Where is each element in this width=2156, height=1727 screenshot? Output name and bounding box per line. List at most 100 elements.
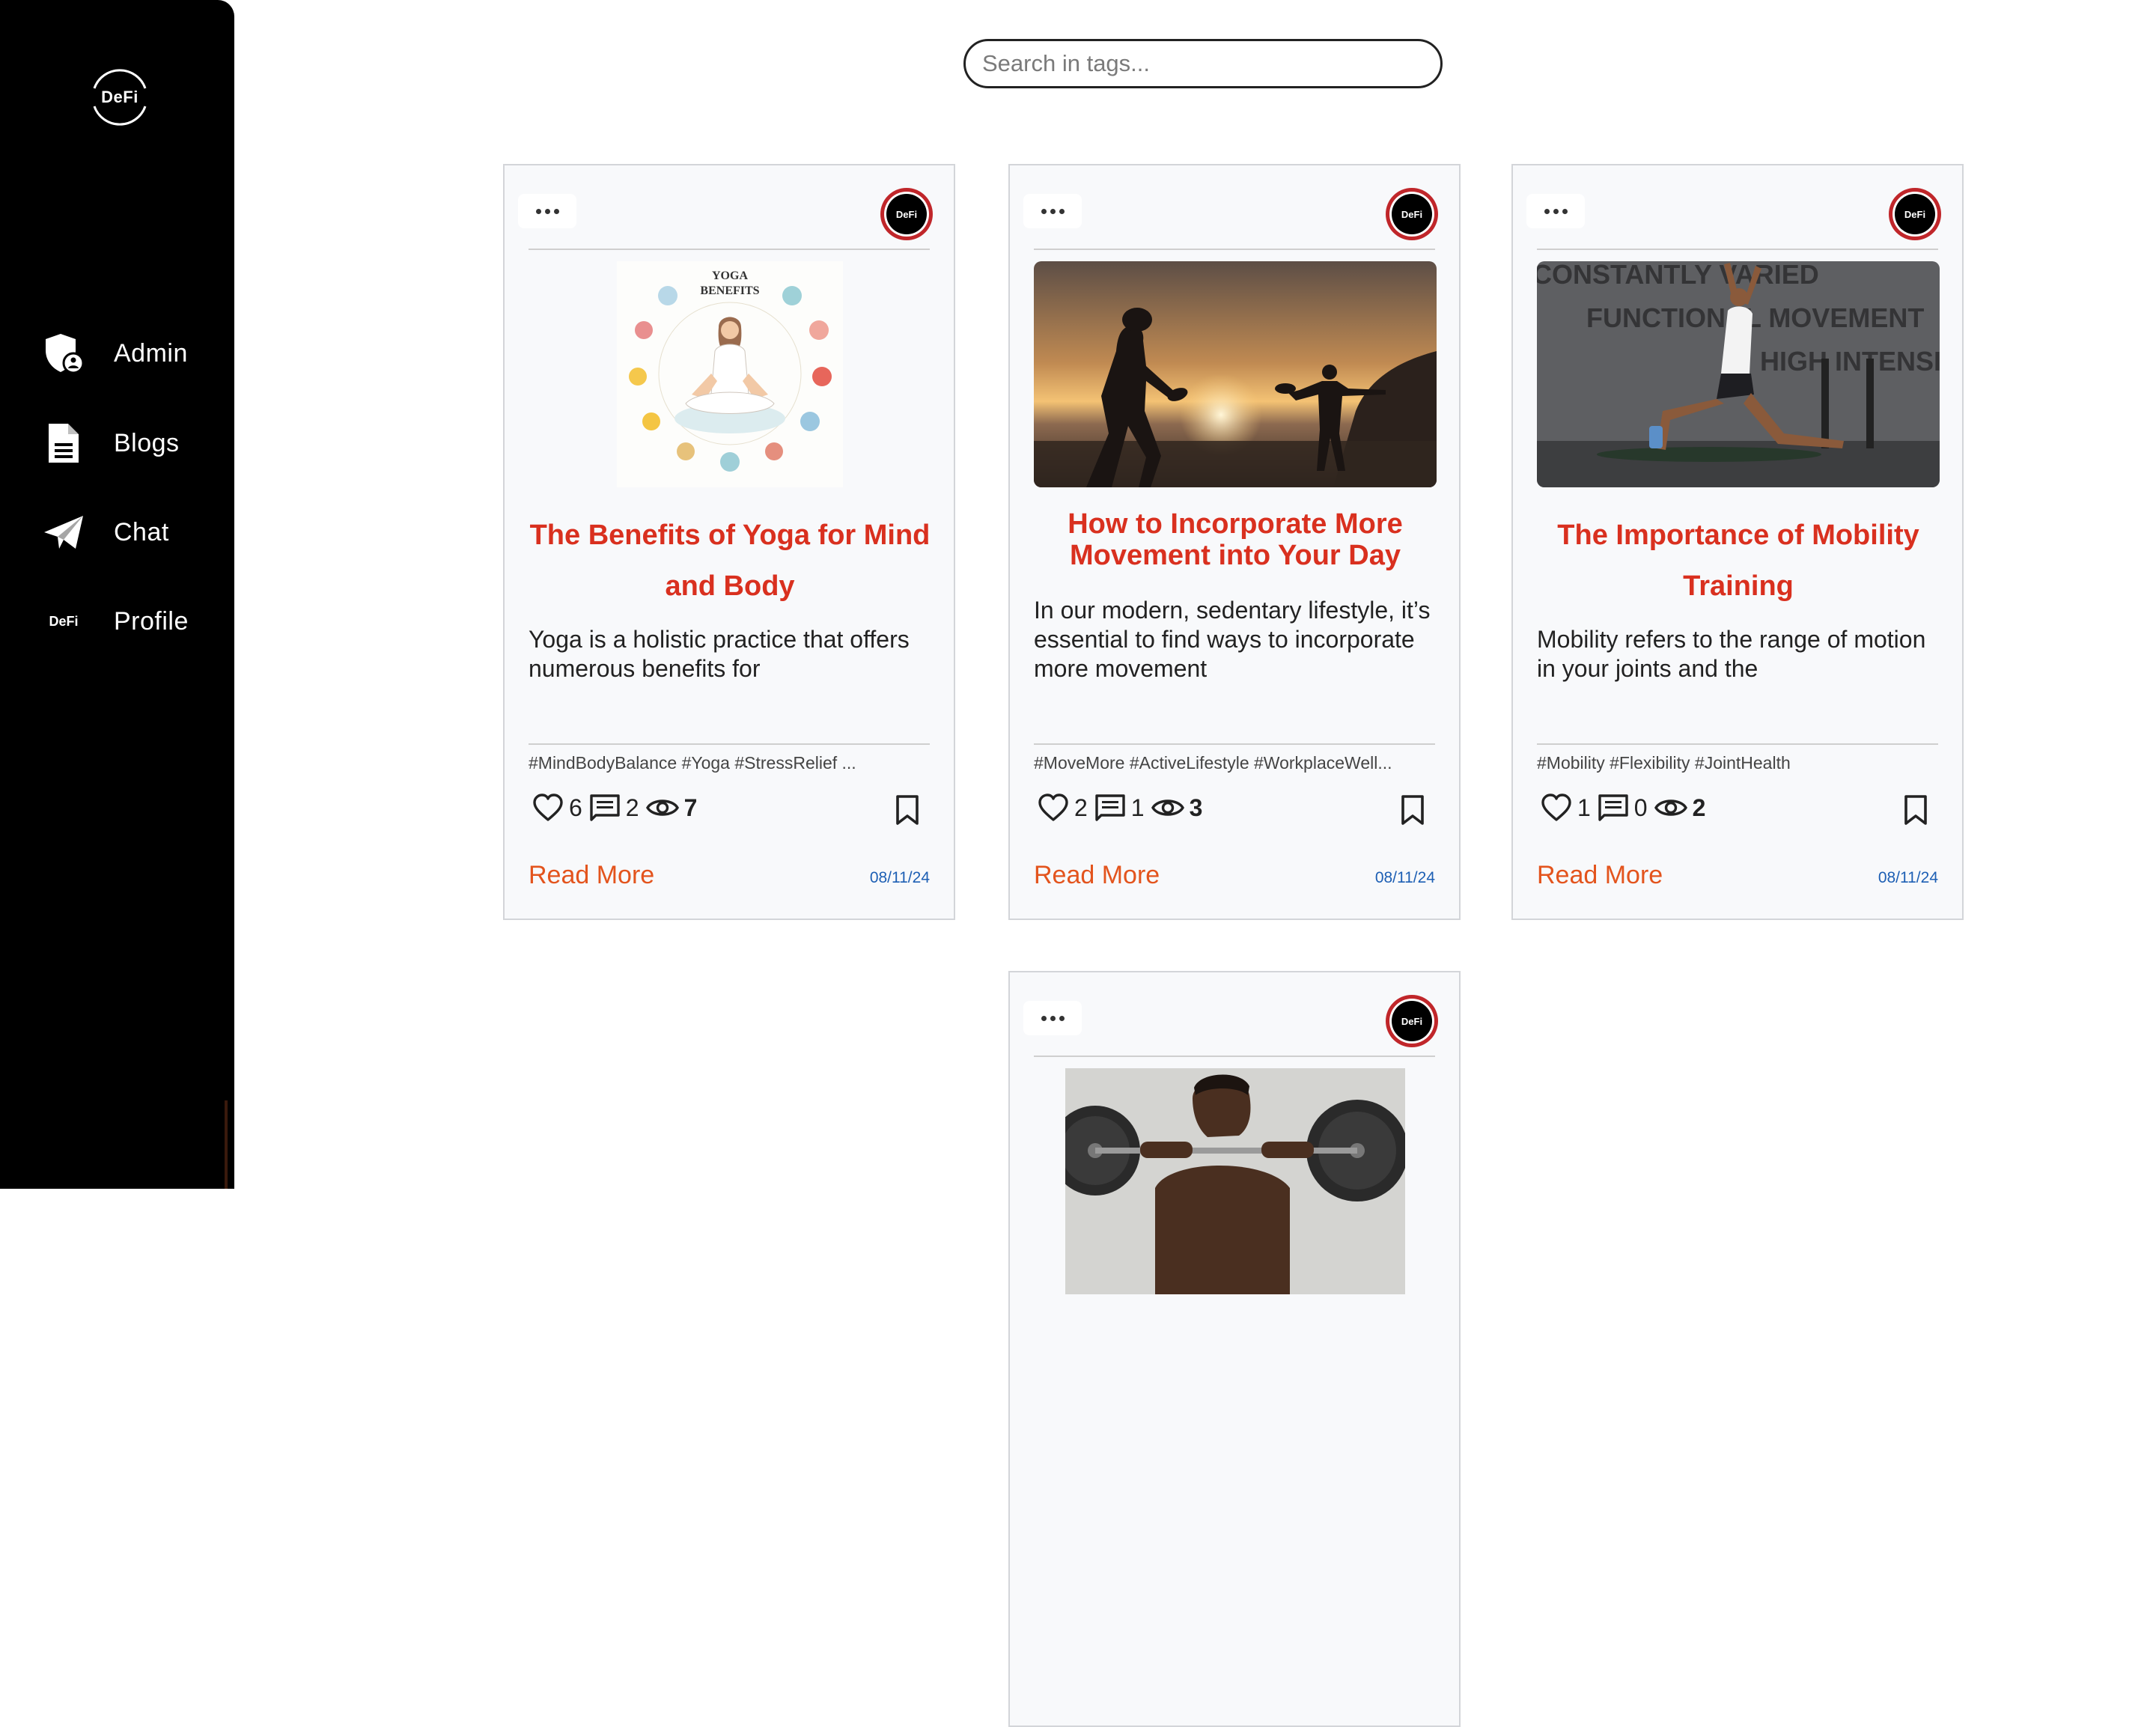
sidebar-edge-accent [225,1100,228,1189]
card-title[interactable]: How to Incorporate More Movement into Yo… [1034,508,1437,571]
like-count: 1 [1577,794,1591,821]
view-stat: 7 [645,793,698,823]
eye-icon [645,799,679,816]
card-excerpt: Yoga is a holistic practice that offers … [529,626,910,682]
comment-count: 2 [625,794,639,821]
card-divider [1537,743,1938,745]
comment-button[interactable]: 1 [1094,793,1145,823]
sidebar-item-label: Chat [114,517,169,546]
like-button[interactable]: 1 [1540,793,1591,823]
comment-count: 0 [1633,794,1648,821]
author-avatar-label: DeFi [1392,194,1432,234]
sidebar: DeFi Admin Blogs Chat DeFi Profile [0,0,234,1189]
view-count: 7 [683,794,698,821]
tag-search-input[interactable] [963,39,1443,88]
heart-icon [1038,794,1068,821]
heart-icon [1541,794,1571,821]
like-button[interactable]: 6 [532,793,582,823]
document-icon [40,420,87,466]
more-dots-icon [1041,1015,1065,1021]
wall-text-line3: HIGH INTENSITY [1760,346,1940,377]
card-menu-button[interactable] [1526,194,1585,228]
sidebar-item-label: Blogs [114,428,180,457]
card-excerpt: In our modern, sedentary lifestyle, it’s… [1034,597,1431,682]
card-divider [529,743,930,745]
like-count: 2 [1074,794,1088,821]
more-dots-icon [1544,208,1568,214]
card-divider [1537,249,1938,250]
eye-icon [1654,799,1687,816]
eye-icon [1151,799,1184,816]
card-stats: 2 1 3 [1037,790,1208,826]
comment-icon [590,794,620,821]
wall-text-line1: CONSTANTLY VARIED [1537,261,1819,290]
more-dots-icon [535,208,559,214]
card-tags: #Mobility #Flexibility #JointHealth [1537,753,1791,773]
card-image-weightlifting[interactable] [1065,1068,1405,1294]
sidebar-item-profile[interactable]: DeFi Profile [0,590,234,653]
card-title[interactable]: The Importance of Mobility Training [1537,510,1940,612]
weightlifter-barbell-photo [1065,1068,1405,1294]
blog-card: DeFi [1008,164,1461,920]
card-date: 08/11/24 [1374,869,1435,886]
gym-lunge-stretch-photo: CONSTANTLY VARIED FUNCTIONAL MOVEMENT HI… [1537,261,1940,487]
sidebar-item-blogs[interactable]: Blogs [0,412,234,475]
card-divider [1034,1056,1435,1057]
sidebar-item-admin[interactable]: Admin [0,322,234,385]
comment-button[interactable]: 2 [588,793,639,823]
author-avatar-label: DeFi [886,194,927,234]
card-image-yoga-benefits[interactable]: YOGA BENEFITS [617,261,843,487]
author-avatar-label: DeFi [1392,1001,1432,1041]
card-menu-button[interactable] [1023,1001,1082,1035]
sidebar-item-label: Admin [114,338,188,368]
card-stats: 6 2 7 [532,790,703,826]
beach-paddle-ball-sunset-photo [1034,261,1437,487]
card-menu-button[interactable] [1023,194,1082,228]
brand-name: DeFi [101,88,138,106]
read-more-link[interactable]: Read More [1537,861,1663,890]
card-date: 08/11/24 [1878,869,1938,886]
author-avatar[interactable]: DeFi [1386,188,1438,240]
view-count: 2 [1692,794,1706,821]
wall-text-line2: FUNCTIONAL MOVEMENT [1586,302,1924,333]
author-avatar[interactable]: DeFi [1386,995,1438,1047]
blog-card: DeFi [1008,971,1461,1727]
author-avatar[interactable]: DeFi [1889,188,1941,240]
view-stat: 2 [1654,793,1706,823]
card-menu-button[interactable] [518,194,576,228]
illustration-heading-2: BENEFITS [700,284,759,297]
bookmark-icon[interactable] [1399,794,1426,826]
defi-mini-logo: DeFi [40,598,87,645]
admin-shield-icon [40,330,87,377]
like-count: 6 [569,794,582,821]
card-title[interactable]: The Benefits of Yoga for Mind and Body [529,510,931,612]
card-image-beach[interactable] [1034,261,1437,487]
like-button[interactable]: 2 [1037,793,1088,823]
paper-plane-icon [40,509,87,555]
blog-card: DeFi YOGA BENEFITS The Benefits of Yoga … [503,164,955,920]
more-dots-icon [1041,208,1065,214]
read-more-link[interactable]: Read More [1034,861,1160,890]
read-more-link[interactable]: Read More [529,861,654,890]
card-stats: 1 0 2 [1540,790,1711,826]
illustration-heading: YOGA [712,269,748,282]
view-stat: 3 [1151,793,1203,823]
card-tags: #MindBodyBalance #Yoga #StressRelief ... [529,753,856,773]
author-avatar[interactable]: DeFi [880,188,933,240]
brand-logo[interactable]: DeFi [84,61,156,133]
comment-icon [1598,794,1628,821]
card-divider [529,249,930,250]
card-excerpt: Mobility refers to the range of motion i… [1537,626,1926,682]
card-divider [1034,249,1435,250]
card-tags: #MoveMore #ActiveLifestyle #WorkplaceWel… [1034,753,1392,773]
card-image-mobility[interactable]: CONSTANTLY VARIED FUNCTIONAL MOVEMENT HI… [1537,261,1940,487]
sidebar-item-chat[interactable]: Chat [0,501,234,564]
blog-card: DeFi CONSTANTLY VARIED FUNCTIONAL MOVEME… [1511,164,1964,920]
comment-button[interactable]: 0 [1597,793,1648,823]
bookmark-icon[interactable] [894,794,921,826]
view-count: 3 [1189,794,1203,821]
bookmark-icon[interactable] [1902,794,1929,826]
author-avatar-label: DeFi [1895,194,1935,234]
card-date: 08/11/24 [869,869,930,886]
card-divider [1034,743,1435,745]
